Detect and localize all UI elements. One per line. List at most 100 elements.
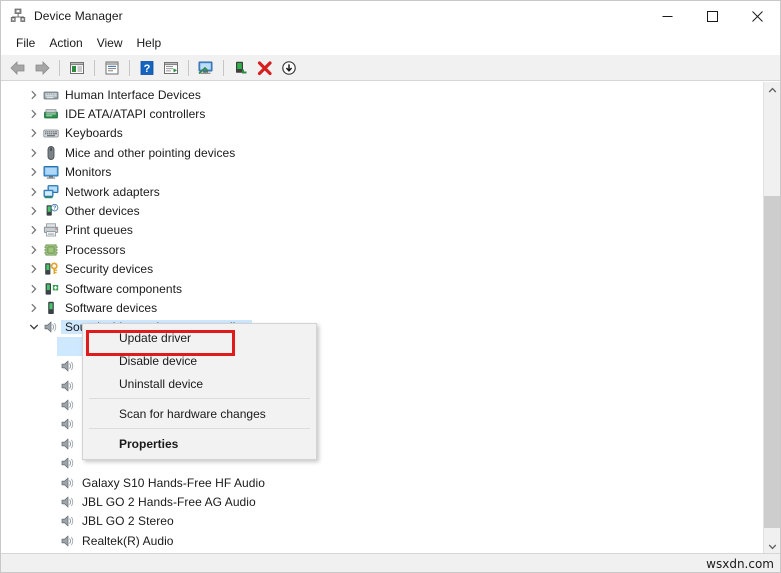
forward-button[interactable] [30, 57, 54, 79]
toolbar-separator [94, 60, 95, 76]
tree-row[interactable]: Human Interface Devices [1, 85, 756, 104]
tree-expander[interactable] [26, 264, 41, 274]
device-tree: Human Interface DevicesIDE ATA/ATAPI con… [1, 82, 756, 555]
tree-row[interactable]: Monitors [1, 163, 756, 182]
speaker-icon [58, 494, 78, 510]
chevron-right-icon [29, 245, 39, 255]
tree-row[interactable]: Software components [1, 279, 756, 298]
context-menu[interactable]: Update driverDisable deviceUninstall dev… [82, 323, 317, 460]
scan-for-hardware-changes-button[interactable] [194, 57, 218, 79]
menu-file[interactable]: File [9, 33, 42, 53]
tree-expander[interactable] [26, 128, 41, 138]
uninstall-device-button[interactable] [253, 57, 277, 79]
tree-expander[interactable] [26, 303, 41, 313]
enable-device-button[interactable] [229, 57, 253, 79]
tree-row[interactable]: Galaxy S10 Hands-Free HF Audio [1, 473, 756, 492]
printer-icon [43, 222, 59, 238]
security-icon [43, 261, 59, 277]
tree-expander[interactable] [26, 167, 41, 177]
menu-bar: File Action View Help [1, 31, 780, 55]
tree-row-label: JBL GO 2 Hands-Free AG Audio [78, 495, 256, 509]
software-device-icon [41, 300, 61, 316]
show-hide-console-tree-button[interactable] [65, 57, 89, 79]
tree-expander[interactable] [26, 245, 41, 255]
tree-row-label: JBL GO 2 Stereo [78, 514, 174, 528]
tree-row[interactable]: Security devices [1, 260, 756, 279]
toolbar-separator [188, 60, 189, 76]
security-icon [41, 261, 61, 277]
tree-expander[interactable] [26, 322, 41, 332]
context-menu-item[interactable]: Update driver [83, 326, 316, 349]
maximize-button[interactable] [690, 1, 735, 31]
tree-expander[interactable] [26, 109, 41, 119]
tree-expander[interactable] [26, 148, 41, 158]
speaker-icon [58, 533, 78, 549]
close-button[interactable] [735, 1, 780, 31]
show-hide-console-tree-icon [68, 60, 86, 76]
status-bar: wsxdn.com [1, 553, 780, 572]
title-bar: Device Manager [1, 1, 780, 31]
tree-row[interactable]: ?Other devices [1, 201, 756, 220]
speaker-icon [60, 416, 76, 432]
tree-row[interactable]: JBL GO 2 Stereo [1, 512, 756, 531]
properties-icon [103, 60, 121, 76]
software-component-icon [41, 281, 61, 297]
context-menu-item[interactable]: Uninstall device [83, 372, 316, 395]
tree-row-label: Keyboards [61, 126, 123, 140]
speaker-icon [60, 378, 76, 394]
ide-icon [41, 106, 61, 122]
tree-row[interactable]: Print queues [1, 221, 756, 240]
speaker-icon [60, 436, 76, 452]
menu-help[interactable]: Help [130, 33, 169, 53]
tree-expander[interactable] [26, 284, 41, 294]
context-menu-item[interactable]: Properties [83, 432, 316, 455]
tree-row[interactable]: Software devices [1, 298, 756, 317]
chevron-right-icon [29, 284, 39, 294]
enable-device-icon [232, 60, 250, 76]
disable-device-button[interactable] [277, 57, 301, 79]
back-button[interactable] [6, 57, 30, 79]
toolbar-separator [223, 60, 224, 76]
tree-row[interactable]: JBL GO 2 Hands-Free AG Audio [1, 492, 756, 511]
tree-row-label: Software components [61, 282, 182, 296]
context-menu-item[interactable]: Disable device [83, 349, 316, 372]
speaker-icon [58, 436, 78, 452]
monitor-icon [43, 164, 59, 180]
chevron-right-icon [29, 303, 39, 313]
scroll-up-button[interactable] [764, 82, 781, 99]
menu-action[interactable]: Action [42, 33, 89, 53]
tree-expander[interactable] [26, 187, 41, 197]
software-component-icon [43, 281, 59, 297]
chevron-right-icon [29, 90, 39, 100]
device-tree-panel[interactable]: Human Interface DevicesIDE ATA/ATAPI con… [1, 82, 780, 555]
context-menu-item[interactable]: Scan for hardware changes [83, 402, 316, 425]
watermark: wsxdn.com [706, 557, 774, 571]
chevron-right-icon [29, 167, 39, 177]
speaker-icon [58, 397, 78, 413]
tree-expander[interactable] [26, 90, 41, 100]
hid-icon [43, 87, 59, 103]
chevron-right-icon [29, 148, 39, 158]
chevron-right-icon [29, 128, 39, 138]
properties-button[interactable] [100, 57, 124, 79]
tree-expander[interactable] [26, 206, 41, 216]
printer-icon [41, 222, 61, 238]
tree-row[interactable]: Keyboards [1, 124, 756, 143]
tree-expander[interactable] [26, 225, 41, 235]
tree-row[interactable]: Processors [1, 240, 756, 259]
help-button[interactable]: ? [135, 57, 159, 79]
tree-row[interactable]: IDE ATA/ATAPI controllers [1, 104, 756, 123]
monitor-icon [41, 164, 61, 180]
vertical-scrollbar[interactable] [763, 82, 780, 555]
chevron-down-icon [29, 322, 39, 332]
tree-row-label: Security devices [61, 262, 153, 276]
minimize-button[interactable] [645, 1, 690, 31]
ide-icon [43, 106, 59, 122]
update-driver-button[interactable] [159, 57, 183, 79]
tree-row[interactable]: Network adapters [1, 182, 756, 201]
tree-row[interactable]: Realtek(R) Audio [1, 531, 756, 550]
maximize-icon [707, 11, 718, 22]
scrollbar-thumb[interactable] [764, 196, 781, 528]
menu-view[interactable]: View [90, 33, 130, 53]
tree-row[interactable]: Mice and other pointing devices [1, 143, 756, 162]
